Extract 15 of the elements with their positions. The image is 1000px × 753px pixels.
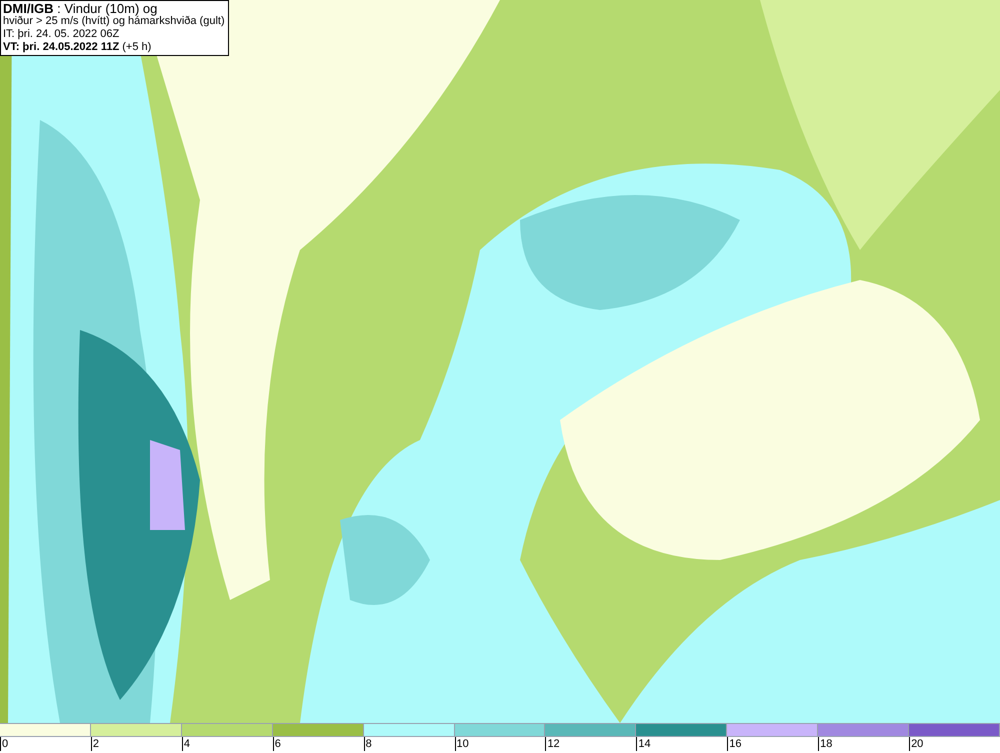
legend-tick-label: 10 [456, 737, 469, 751]
title-line: VT: þri. 24.05.2022 11Z (+5 h) [3, 41, 152, 54]
legend-tick-label: 6 [274, 737, 281, 751]
legend-tick-label: 2 [92, 737, 100, 751]
legend-tick-label: 4 [182, 737, 190, 751]
legend-tick-label: 18 [819, 737, 832, 751]
legend-tick-label: 16 [728, 737, 742, 751]
title-line: DMI/IGB : Vindur (10m) og [3, 2, 158, 15]
title-line: IT: þri. 24. 05. 2022 06Z [3, 28, 120, 41]
legend-tick-label: 12 [546, 737, 560, 751]
legend-tick-label: 8 [364, 737, 372, 751]
legend-tick-label: 14 [637, 737, 651, 751]
legend-tick-label: 20 [910, 737, 924, 751]
legend-tick-label: 0 [1, 737, 8, 751]
title-line: hviður > 25 m/s (hvítt) og hámarkshviða (gult) [3, 15, 226, 28]
